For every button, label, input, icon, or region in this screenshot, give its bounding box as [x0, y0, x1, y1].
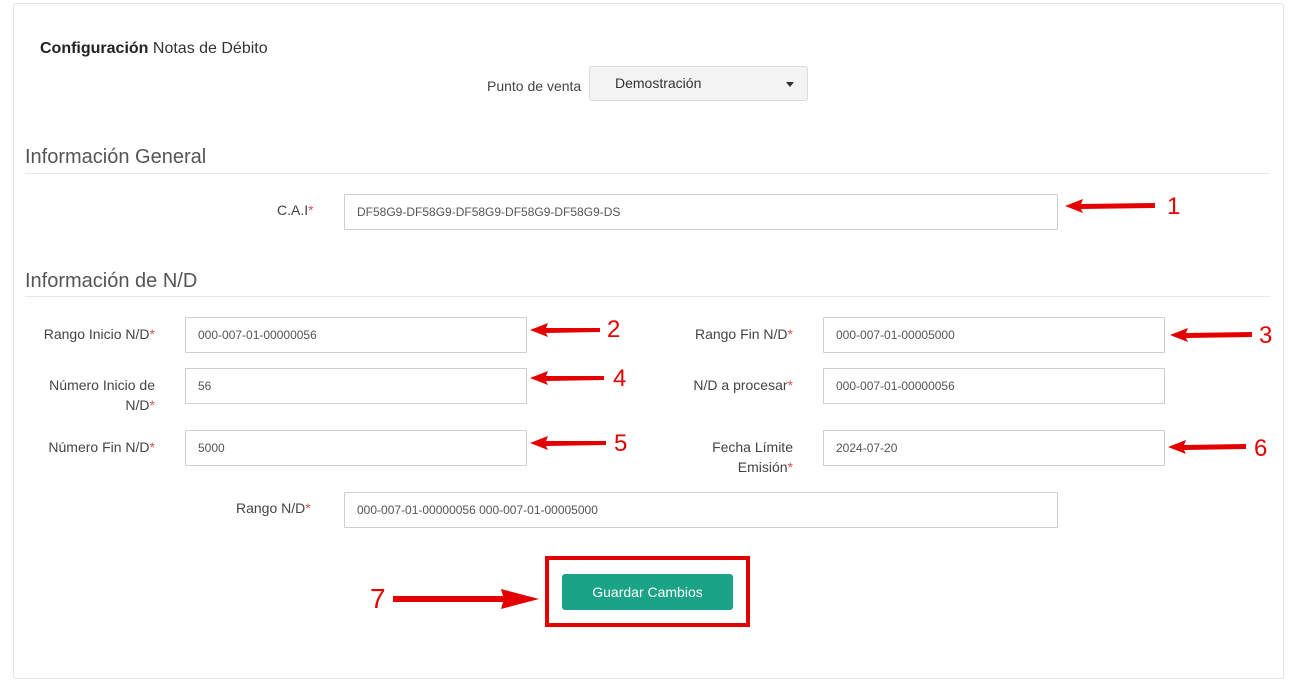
- rango-nd-input[interactable]: 000-007-01-00000056 000-007-01-00005000: [344, 492, 1058, 528]
- pos-label: Punto de venta: [487, 78, 582, 94]
- rango-inicio-label: Rango Inicio N/D*: [43, 326, 155, 342]
- section-divider: [25, 173, 1270, 174]
- annotation-number: 5: [614, 430, 628, 457]
- annotation-number: 2: [607, 316, 621, 343]
- section-general-title: Información General: [25, 146, 207, 168]
- numero-fin-label: Número Fin N/D*: [48, 439, 155, 455]
- nd-procesar-input[interactable]: 000-007-01-00000056: [823, 368, 1165, 404]
- rango-fin-label: Rango Fin N/D*: [694, 326, 793, 342]
- annotation-number: 3: [1259, 322, 1273, 349]
- page-title-rest: Notas de Débito: [152, 40, 268, 57]
- annotation-arrow-icon: [1168, 440, 1246, 454]
- fecha-limite-input[interactable]: 2024-07-20: [823, 430, 1165, 466]
- annotation-arrow-icon: [530, 371, 604, 385]
- page-title: Configuración Notas de Débito: [40, 40, 268, 58]
- annotation-arrow-icon: [1065, 199, 1155, 213]
- annotation-arrow-icon: [393, 589, 539, 609]
- section-divider: [25, 296, 1270, 297]
- numero-inicio-input[interactable]: 56: [185, 368, 527, 404]
- pos-select-value: Demostración: [615, 75, 702, 91]
- save-changes-button[interactable]: Guardar Cambios: [562, 574, 733, 610]
- cai-input[interactable]: DF58G9-DF58G9-DF58G9-DF58G9-DF58G9-DS: [344, 194, 1058, 230]
- annotation-number: 4: [613, 365, 627, 392]
- annotation-arrow-icon: [530, 323, 600, 337]
- annotation-arrow-icon: [1170, 328, 1252, 342]
- numero-fin-input[interactable]: 5000: [185, 430, 527, 466]
- annotation-number: 1: [1167, 193, 1181, 220]
- section-nd-title: Información de N/D: [25, 270, 198, 292]
- nd-procesar-label: N/D a procesar*: [693, 377, 793, 393]
- rango-nd-label: Rango N/D*: [236, 500, 311, 516]
- numero-inicio-label: Número Inicio de N/D*: [49, 377, 155, 413]
- annotation-arrow-icon: [530, 436, 606, 450]
- page-title-bold: Configuración: [40, 40, 149, 57]
- rango-inicio-input[interactable]: 000-007-01-00000056: [185, 317, 527, 353]
- cai-label: C.A.I*: [277, 202, 314, 218]
- caret-down-icon: [786, 82, 794, 87]
- annotation-number: 6: [1254, 435, 1268, 462]
- rango-fin-input[interactable]: 000-007-01-00005000: [823, 317, 1165, 353]
- pos-select[interactable]: Demostración: [589, 66, 808, 101]
- fecha-limite-label: Fecha Límite Emisión*: [712, 439, 793, 475]
- annotation-number: 7: [370, 583, 386, 614]
